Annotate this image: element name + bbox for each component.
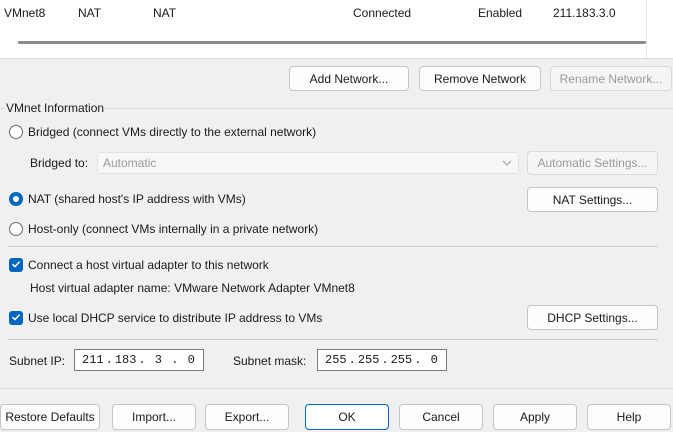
horizontal-scrollbar[interactable] (18, 41, 646, 44)
cell-host-connection: Connected (353, 6, 412, 20)
cell-type: NAT (78, 6, 102, 20)
rename-network-button[interactable]: Rename Network... (550, 66, 672, 91)
nat-radio[interactable] (9, 192, 23, 206)
divider (8, 339, 658, 340)
connect-adapter-checkbox[interactable] (9, 258, 23, 272)
subnet-mask-octet-2: 255 (357, 353, 380, 367)
subnet-mask-octet-1: 255 (325, 353, 347, 367)
host-only-label: Host-only (connect VMs internally in a p… (28, 222, 319, 236)
ip-dot: . (414, 353, 422, 367)
ip-dot: . (348, 353, 356, 367)
vertical-scrollbar-track[interactable] (646, 0, 647, 58)
bridged-to-value: Automatic (103, 156, 157, 170)
chevron-down-icon (502, 157, 512, 171)
subnet-mask-octet-4: 0 (430, 353, 438, 367)
nat-label: NAT (shared host's IP address with VMs) (28, 192, 246, 206)
cancel-button[interactable]: Cancel (399, 404, 483, 430)
connect-adapter-label: Connect a host virtual adapter to this n… (28, 258, 269, 272)
group-title: VMnet Information (5, 101, 106, 115)
export-button[interactable]: Export... (205, 404, 289, 430)
add-network-button[interactable]: Add Network... (289, 66, 409, 91)
automatic-settings-button[interactable]: Automatic Settings... (527, 151, 658, 175)
bridged-radio[interactable] (9, 125, 23, 139)
ok-button[interactable]: OK (305, 404, 389, 430)
subnet-mask-input[interactable]: 255. 255. 255. 0 (317, 349, 447, 371)
subnet-ip-input[interactable]: 211. 183. 3. 0 (74, 349, 204, 371)
nat-settings-button[interactable]: NAT Settings... (527, 187, 658, 212)
bridged-to-label: Bridged to: (30, 156, 89, 170)
checkmark-icon (11, 258, 21, 272)
import-button[interactable]: Import... (112, 404, 196, 430)
apply-button[interactable]: Apply (493, 404, 577, 430)
help-button[interactable]: Help (587, 404, 671, 430)
restore-defaults-button[interactable]: Restore Defaults (0, 404, 100, 430)
adapter-name-label: Host virtual adapter name: VMware Networ… (30, 281, 355, 295)
subnet-ip-octet-3: 3 (154, 353, 162, 367)
bridged-label: Bridged (connect VMs directly to the ext… (28, 125, 317, 139)
divider (8, 246, 658, 247)
subnet-mask-octet-3: 255 (390, 353, 413, 367)
dhcp-settings-button[interactable]: DHCP Settings... (527, 305, 658, 330)
subnet-ip-octet-2: 183 (114, 353, 137, 367)
cell-external: NAT (153, 6, 177, 20)
cell-dhcp: Enabled (478, 6, 523, 20)
bridged-to-dropdown[interactable]: Automatic (97, 152, 519, 174)
checkmark-icon (11, 311, 21, 325)
remove-network-button[interactable]: Remove Network (419, 66, 541, 91)
ip-dot: . (171, 353, 179, 367)
host-only-radio[interactable] (9, 222, 23, 236)
dhcp-checkbox[interactable] (9, 311, 23, 325)
cell-subnet: 211.183.3.0 (553, 6, 616, 20)
cell-name: VMnet8 (4, 6, 46, 20)
table-row[interactable]: VMnet8 NAT NAT Connected Enabled 211.183… (0, 0, 646, 26)
subnet-mask-label: Subnet mask: (233, 354, 307, 368)
dhcp-label: Use local DHCP service to distribute IP … (28, 311, 323, 325)
subnet-ip-label: Subnet IP: (9, 354, 66, 368)
subnet-ip-octet-4: 0 (187, 353, 195, 367)
network-table: VMnet8 NAT NAT Connected Enabled 211.183… (0, 0, 673, 59)
ip-dot: . (105, 353, 113, 367)
ip-dot: . (138, 353, 146, 367)
ip-dot: . (381, 353, 389, 367)
subnet-ip-octet-1: 211 (82, 353, 104, 367)
